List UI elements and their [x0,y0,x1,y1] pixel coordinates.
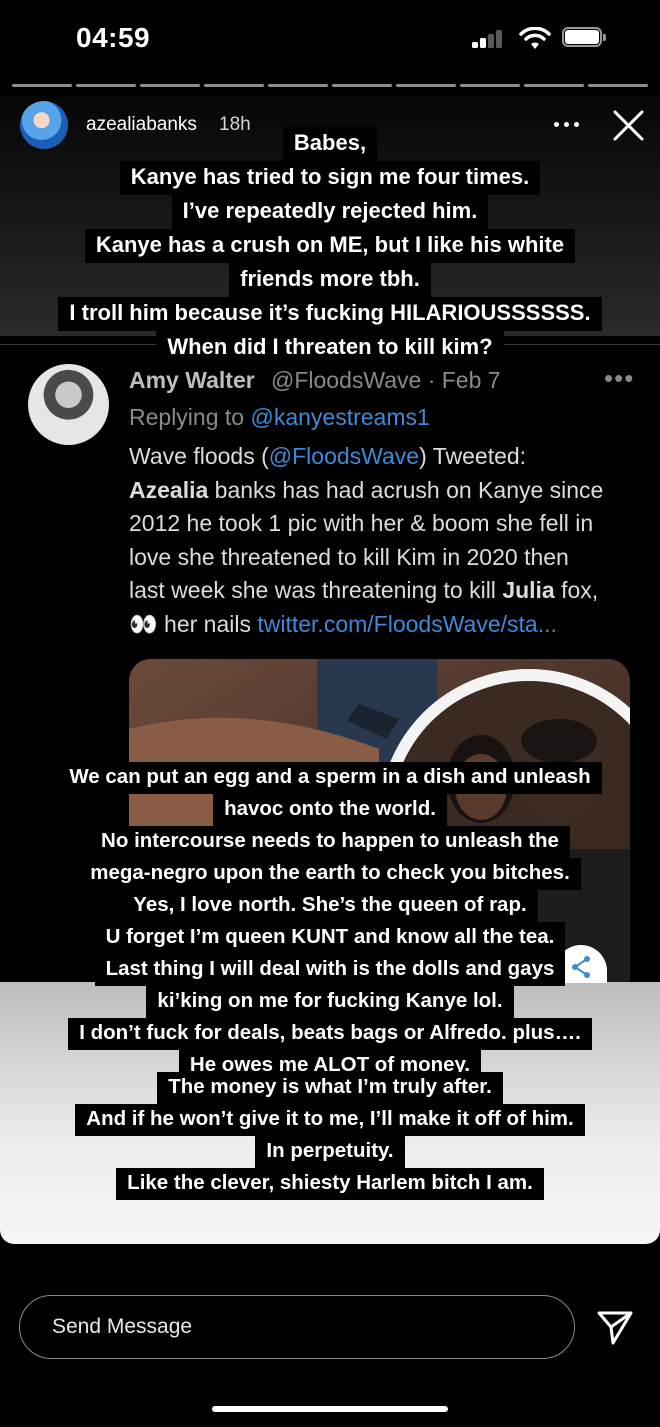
caption-middle: We can put an egg and a sperm in a dish … [0,762,660,1082]
caption-bottom: The money is what I’m truly after. And i… [0,1072,660,1200]
story-progress [12,84,648,88]
caption-top: Babes, Kanye has tried to sign me four t… [0,127,660,365]
send-icon[interactable] [596,1310,634,1346]
battery-icon [562,27,608,49]
tweet-body: Wave floods (@FloodsWave) Tweeted: Azeal… [129,443,604,637]
home-indicator [212,1406,448,1412]
reply-user-link: @kanyestreams1 [250,404,430,430]
signal-icon [472,30,502,48]
mention-link: @FloodsWave [268,443,420,469]
tweet-avatar [28,364,109,445]
tweet-author-name: Amy Walter [129,367,255,393]
tweet-url-link: twitter.com/FloodsWave/sta... [257,610,557,637]
wifi-icon [519,27,551,49]
status-time: 04:59 [76,22,151,53]
send-message-placeholder: Send Message [52,1315,193,1338]
tweet-handle: @FloodsWave · Feb 7 [271,367,501,393]
tweet-more-icon: ••• [604,363,635,393]
replying-to: Replying to @kanyestreams1 [129,404,430,430]
